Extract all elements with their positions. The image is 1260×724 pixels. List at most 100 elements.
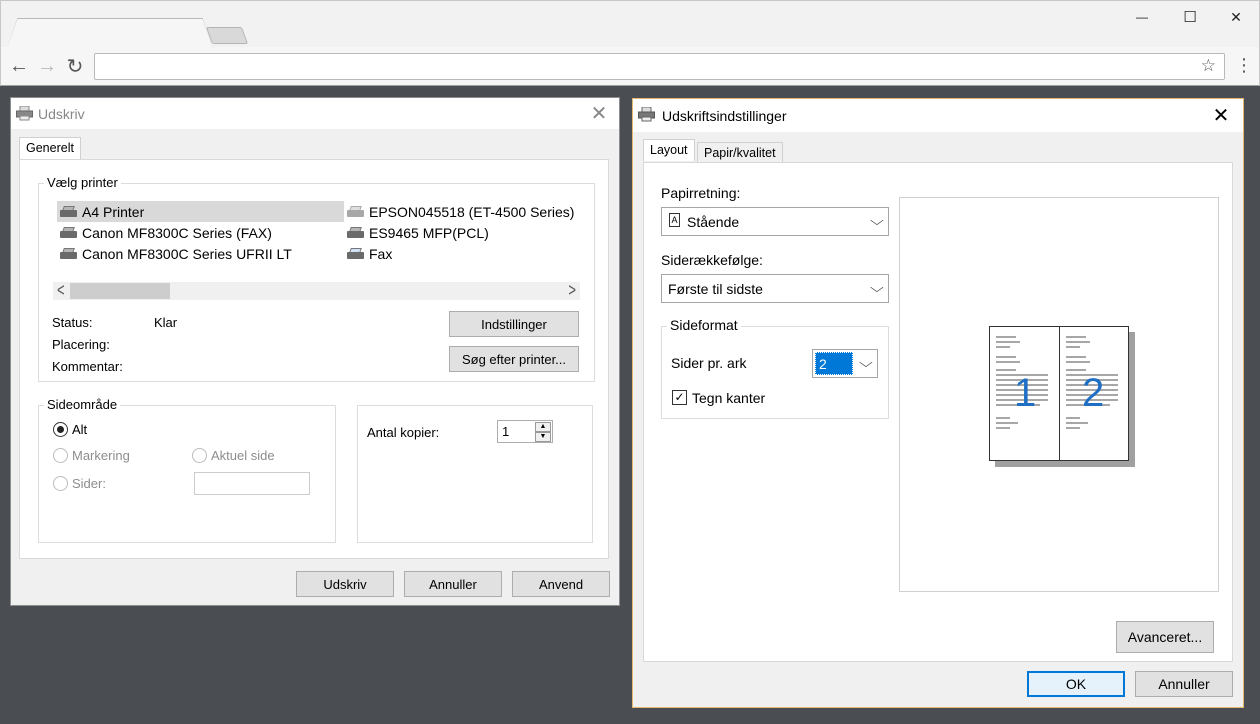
browser-tab-active[interactable] [7, 19, 213, 49]
printer-icon [347, 226, 364, 239]
preview-page-number: 1 [1014, 371, 1037, 415]
print-dialog-title: Udskriv [38, 106, 85, 122]
tab-generelt[interactable]: Generelt [19, 137, 81, 159]
copies-value: 1 [502, 424, 510, 439]
tab-strip: — ☐ ✕ [1, 1, 1259, 49]
settings-dialog-close-icon[interactable]: ✕ [1207, 103, 1235, 129]
print-dialog-titlebar: Udskriv ✕ [11, 98, 619, 129]
minimize-button[interactable]: — [1119, 5, 1165, 29]
printer-item[interactable]: Canon MF8300C Series (FAX) [57, 222, 344, 243]
range-current-label: Aktuel side [211, 448, 275, 463]
location-label: Placering: [52, 337, 110, 352]
printer-name: EPSON045518 (ET-4500 Series) [369, 203, 575, 220]
advanced-button[interactable]: Avanceret... [1116, 621, 1214, 653]
printer-name: A4 Printer [82, 203, 145, 220]
page-format-group: Sideformat Sider pr. ark 2 ⌵ ✓ Tegn kant… [661, 317, 889, 419]
preview-page-number: 2 [1082, 371, 1105, 415]
printer-item[interactable]: Fax [344, 243, 584, 264]
browser-menu-icon[interactable]: ⋮ [1235, 56, 1253, 74]
printer-item[interactable]: Canon MF8300C Series UFRII LT [57, 243, 344, 264]
page-range-label: Sideområde [44, 397, 121, 412]
pages-input[interactable] [194, 472, 310, 495]
browser-window: — ☐ ✕ ← → ↻ ☆ ⋮ [0, 0, 1260, 86]
printer-icon [60, 247, 77, 260]
chevron-down-icon: ⌵ [870, 213, 884, 228]
copies-down-icon[interactable]: ▼ [535, 432, 551, 442]
printer-item[interactable]: EPSON045518 (ET-4500 Series) [344, 201, 584, 222]
pages-per-sheet-select[interactable]: 2 ⌵ [812, 349, 878, 378]
maximize-icon: ☐ [1183, 9, 1197, 26]
select-printer-group: Vælg printer A4 Printer EPSON045518 (ET-… [38, 175, 595, 382]
printer-name: Canon MF8300C Series (FAX) [82, 224, 272, 241]
range-selection-radio[interactable] [53, 448, 68, 463]
page-order-select[interactable]: Første til sidste ⌵ [661, 274, 889, 303]
pages-per-sheet-value: 2 [815, 352, 853, 375]
portrait-page-icon: A [669, 213, 680, 227]
print-dialog-close-icon[interactable]: ✕ [585, 101, 613, 127]
close-window-button[interactable]: ✕ [1213, 5, 1259, 29]
copies-input[interactable]: 1 ▲ ▼ [497, 420, 553, 443]
settings-cancel-button[interactable]: Annuller [1135, 671, 1233, 697]
orientation-label: Papirretning: [661, 185, 741, 201]
apply-button[interactable]: Anvend [512, 571, 610, 597]
back-arrow-icon: ← [9, 54, 29, 77]
preview-sheet: 1 2 [989, 326, 1129, 461]
maximize-button[interactable]: ☐ [1167, 5, 1213, 29]
bookmark-star-icon[interactable]: ☆ [1201, 56, 1216, 76]
status-label: Status: [52, 315, 93, 330]
copies-group: Antal kopier: 1 ▲ ▼ [357, 405, 593, 543]
range-pages-radio[interactable] [53, 476, 68, 491]
settings-dialog-titlebar: Udskriftsindstillinger ✕ [633, 99, 1243, 132]
print-button[interactable]: Udskriv [296, 571, 394, 597]
page-order-value: Første til sidste [668, 281, 763, 297]
pages-per-sheet-label: Sider pr. ark [671, 355, 747, 371]
print-dialog: Udskriv ✕ Generelt Vælg printer A4 Print… [10, 97, 620, 606]
find-printer-button[interactable]: Søg efter printer... [449, 346, 579, 372]
scrollbar-thumb[interactable] [70, 283, 170, 299]
printer-name: Fax [369, 245, 393, 262]
cancel-button[interactable]: Annuller [404, 571, 502, 597]
address-bar[interactable]: ☆ [94, 53, 1225, 80]
range-all-radio[interactable] [53, 422, 68, 437]
draw-borders-checkbox[interactable]: ✓ [672, 390, 687, 405]
tab-layout[interactable]: Layout [643, 139, 695, 161]
tab-papir-kvalitet[interactable]: Papir/kvalitet [697, 142, 783, 162]
printer-icon [638, 107, 655, 122]
ok-button[interactable]: OK [1027, 671, 1125, 697]
printer-item[interactable]: ES9465 MFP(PCL) [344, 222, 584, 243]
layout-preview: 1 2 [899, 197, 1219, 592]
generelt-panel: Vælg printer A4 Printer EPSON045518 (ET-… [19, 159, 609, 559]
preview-divider [1059, 327, 1060, 460]
range-current-radio[interactable] [192, 448, 207, 463]
fax-printer-icon [60, 226, 77, 239]
chevron-down-icon: ⌵ [870, 280, 884, 295]
back-button[interactable]: ← [7, 54, 31, 78]
copies-label: Antal kopier: [367, 425, 440, 440]
browser-toolbar: ← → ↻ ☆ ⋮ [1, 47, 1259, 85]
comment-label: Kommentar: [52, 359, 123, 374]
page-range-group: Sideområde Alt Markering Aktuel side Sid… [38, 397, 336, 543]
printer-name: ES9465 MFP(PCL) [369, 224, 489, 241]
printer-item[interactable]: A4 Printer [57, 201, 344, 222]
orientation-select[interactable]: A Stående ⌵ [661, 207, 889, 236]
new-tab-button[interactable] [205, 27, 249, 44]
settings-button[interactable]: Indstillinger [449, 311, 579, 337]
page-order-label: Siderækkefølge: [661, 252, 763, 268]
reload-button[interactable]: ↻ [63, 54, 87, 78]
printer-icon [16, 106, 33, 121]
printer-list-scrollbar[interactable]: < > [53, 279, 580, 300]
forward-button[interactable]: → [35, 54, 59, 78]
scroll-right-icon[interactable]: > [568, 279, 576, 300]
printer-icon [60, 205, 77, 218]
draw-borders-label: Tegn kanter [692, 390, 766, 406]
status-value: Klar [154, 315, 178, 330]
range-selection-label: Markering [72, 448, 130, 463]
print-settings-dialog: Udskriftsindstillinger ✕ Layout Papir/kv… [632, 98, 1244, 708]
page-format-label: Sideformat [667, 317, 741, 333]
chevron-down-icon: ⌵ [859, 355, 873, 370]
select-printer-label: Vælg printer [44, 175, 121, 190]
scroll-left-icon[interactable]: < [57, 279, 65, 300]
printer-icon [347, 205, 364, 218]
copies-up-icon[interactable]: ▲ [535, 422, 551, 432]
range-all-label: Alt [72, 422, 88, 437]
